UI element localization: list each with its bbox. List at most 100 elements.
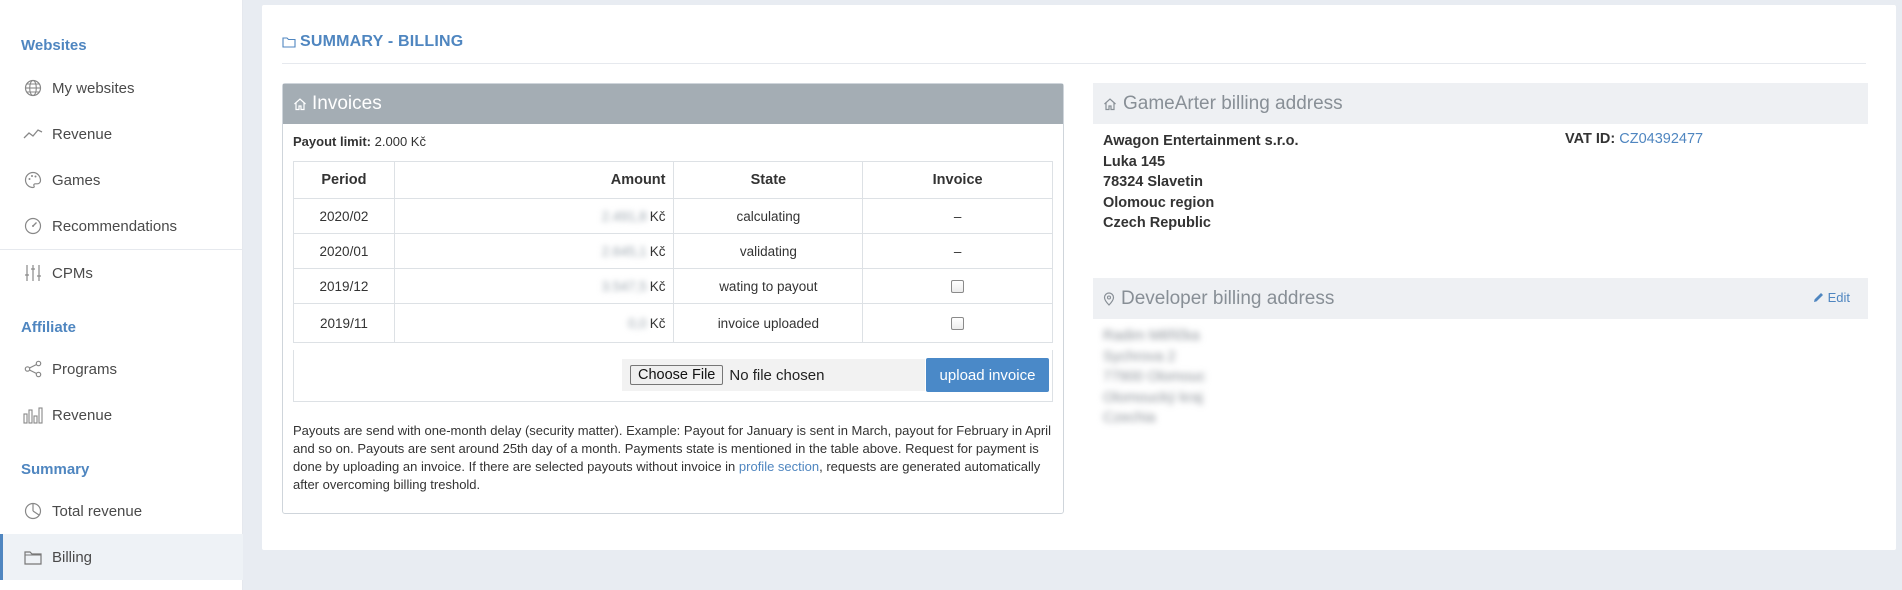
sidebar-item-label: Billing [52,548,93,566]
invoices-panel-header: Invoices [283,84,1063,124]
cell-state: invoice uploaded [673,303,864,343]
cell-amount: 0,0 Kč [393,303,675,343]
cell-period: 2019/11 [293,303,395,343]
sidebar-item-label: Revenue [52,125,113,143]
profile-section-link[interactable]: profile section [739,459,819,474]
table-row: 2020/02 2.491,8 Kč calculating – [293,198,1053,234]
invoices-panel: Invoices Payout limit: 2.000 Kč Period A… [282,83,1064,514]
column-header-period: Period [293,161,395,199]
cell-state: calculating [673,198,864,234]
amount-value-blurred: 2.645,1 [601,243,647,259]
pie-chart-icon [23,501,43,521]
globe-icon [23,78,43,98]
page-title-text: SUMMARY - BILLING [300,33,464,50]
gauge-icon [23,216,43,236]
payout-limit: Payout limit: 2.000 Kč [293,134,426,149]
sidebar-item-label: Revenue [52,406,113,424]
cell-amount: 3.547,5 Kč [393,268,675,304]
file-input[interactable]: Choose File No file chosen [622,359,925,391]
bar-chart-icon [23,405,43,425]
address-line: Olomouc region [1103,194,1215,211]
column-header-invoice: Invoice [862,161,1053,199]
column-header-amount: Amount [393,161,675,199]
vat-value: CZ04392477 [1619,131,1704,147]
cell-invoice: – [862,198,1053,234]
upload-invoice-button[interactable]: upload invoice [926,358,1049,392]
gamearter-address: Awagon Entertainment s.r.o. Luka 145 783… [1103,131,1299,234]
cell-invoice [862,268,1053,304]
vat-id: VAT ID: CZ04392477 [1565,131,1703,147]
sidebar-item-cpms[interactable]: CPMs [0,250,243,296]
sidebar-section-affiliate: Affiliate [21,319,77,336]
invoices-table: Period Amount State Invoice 2020/02 2.49… [293,161,1053,343]
sidebar-section-summary: Summary [21,461,90,478]
sidebar-item-label: Games [52,171,101,189]
invoices-title: Invoices [312,93,382,114]
map-pin-icon [1103,291,1115,306]
sidebar-item-games[interactable]: Games [0,157,243,203]
vat-label: VAT ID: [1565,131,1616,147]
cell-amount: 2.645,1 Kč [393,233,675,269]
amount-currency: Kč [649,315,666,331]
cell-invoice: – [862,233,1053,269]
no-file-chosen-text: No file chosen [729,366,825,384]
developer-address-blurred: Radim Měřička Sychrova 2 77900 Olomouc O… [1103,326,1205,429]
sliders-icon [23,263,43,283]
developer-billing-header: Developer billing address Edit [1093,278,1868,319]
sidebar-item-affiliate-revenue[interactable]: Revenue [0,392,243,438]
upload-row: Choose File No file chosen upload invoic… [293,350,1053,402]
sidebar-item-billing[interactable]: Billing [0,534,243,580]
cell-state: validating [673,233,864,269]
address-line: 78324 Slavetin [1103,174,1203,190]
developer-billing-title: Developer billing address [1121,287,1335,309]
main-panel: SUMMARY - BILLING Invoices Payout limit:… [262,5,1896,550]
sidebar-item-revenue[interactable]: Revenue [0,111,243,157]
choose-file-button[interactable]: Choose File [630,365,724,385]
sidebar-section-websites: Websites [21,37,87,54]
invoice-checkbox[interactable] [951,280,965,294]
amount-currency: Kč [649,243,666,259]
home-icon [1104,97,1116,110]
amount-value-blurred: 3.547,5 [601,278,647,294]
amount-currency: Kč [649,208,666,224]
gamearter-billing-header: GameArter billing address [1093,83,1868,124]
gamearter-billing-title: GameArter billing address [1123,92,1343,114]
home-icon [294,98,306,111]
payout-limit-value: 2.000 Kč [374,134,426,149]
edit-link[interactable]: Edit [1813,290,1850,305]
address-line: Sychrova 2 [1103,348,1176,365]
sidebar: Websites My websites Revenue Games Recom… [0,0,243,590]
pencil-icon [1813,293,1823,302]
sidebar-item-total-revenue[interactable]: Total revenue [0,488,243,534]
sidebar-item-label: Programs [52,360,118,378]
sidebar-item-recommendations[interactable]: Recommendations [0,203,243,249]
column-header-state: State [673,161,864,199]
title-divider [282,63,1866,64]
share-icon [23,359,43,379]
amount-value-blurred: 2.491,8 [601,208,647,224]
trend-line-icon [23,124,43,144]
table-header-row: Period Amount State Invoice [293,161,1053,199]
table-row: 2020/01 2.645,1 Kč validating – [293,233,1053,269]
sidebar-item-programs[interactable]: Programs [0,346,243,392]
sidebar-item-label: Total revenue [52,502,143,520]
folder-icon [23,547,43,567]
address-line: Czech Republic [1103,215,1211,231]
sidebar-item-label: My websites [52,79,135,97]
page-title: SUMMARY - BILLING [282,27,463,57]
address-line: Awagon Entertainment s.r.o. [1103,133,1299,149]
sidebar-item-my-websites[interactable]: My websites [0,65,243,111]
edit-label: Edit [1827,290,1850,305]
table-row: 2019/12 3.547,5 Kč wating to payout [293,268,1053,304]
address-line: Olomoucký kraj [1103,389,1203,406]
address-line: Czechia [1103,410,1156,426]
sidebar-item-label: Recommendations [52,217,178,235]
sidebar-item-label: CPMs [52,264,93,282]
palette-icon [23,170,43,190]
cell-period: 2019/12 [293,268,395,304]
address-line: 77900 Olomouc [1103,369,1206,385]
cell-invoice [862,303,1053,343]
invoice-checkbox[interactable] [951,317,965,331]
payout-info-note: Payouts are send with one-month delay (s… [293,422,1053,494]
amount-value-blurred: 0,0 [627,315,647,331]
